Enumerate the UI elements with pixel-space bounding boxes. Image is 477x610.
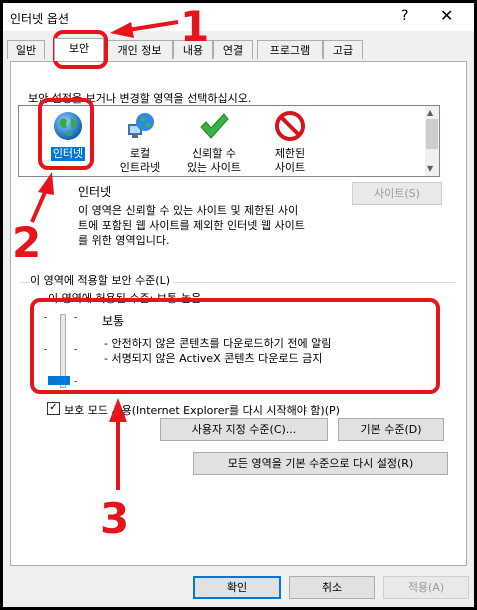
annotation-arrows [30,20,179,490]
arrow-1-head [110,22,134,38]
annotation-number-3: 3 [100,494,130,543]
arrow-1 [127,20,179,32]
tab-security[interactable]: 보안 [54,38,104,61]
arrow-2-head [38,172,54,195]
arrow-3-head [109,398,127,422]
annotation-number-2: 2 [12,218,42,267]
annotation-number-1: 1 [180,2,210,51]
